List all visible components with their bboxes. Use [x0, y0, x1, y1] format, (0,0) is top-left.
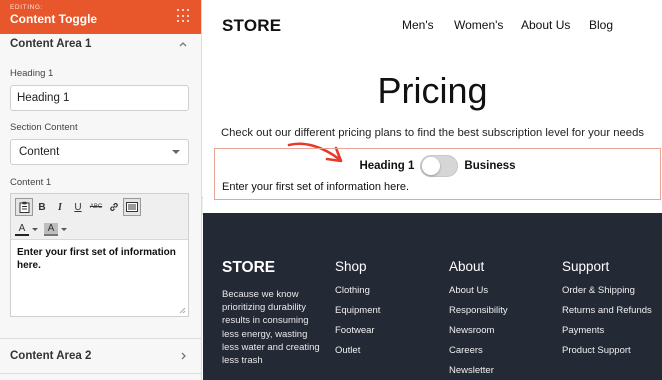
nav-link-blog[interactable]: Blog: [589, 18, 613, 32]
toggle-switch[interactable]: [420, 155, 459, 177]
chevron-right-icon: [181, 352, 186, 360]
editing-label: EDITING:: [10, 4, 43, 11]
underline-button[interactable]: U: [69, 198, 87, 216]
italic-button[interactable]: I: [51, 198, 69, 216]
content-area-2-label: Content Area 2: [10, 350, 92, 362]
footer-logo: STORE: [222, 259, 276, 276]
footer-link[interactable]: Payments: [562, 324, 658, 337]
nav-link-mens[interactable]: Men's: [402, 18, 454, 32]
footer-link[interactable]: Outlet: [335, 344, 380, 357]
toggle-left-label: Heading 1: [359, 160, 415, 172]
nav-link-womens[interactable]: Women's: [454, 18, 521, 32]
footer-link[interactable]: Footwear: [335, 324, 380, 337]
footer-link[interactable]: Order & Shipping: [562, 284, 658, 297]
footer-column-title: Shop: [335, 259, 367, 274]
site-footer: STORE Because we know prioritizing durab…: [203, 213, 662, 380]
heading-field-label: Heading 1: [10, 68, 54, 79]
strikethrough-button[interactable]: ABC: [87, 198, 105, 216]
content-area-1-header[interactable]: Content Area 1: [0, 34, 201, 54]
drag-handle-icon[interactable]: [177, 9, 191, 23]
page-subtitle: Check out our different pricing plans to…: [220, 127, 645, 139]
footer-column-title: Support: [562, 259, 610, 274]
caret-down-icon: [61, 227, 67, 231]
toggle-right-label: Business: [464, 160, 516, 172]
footer-column-support: Support Order & Shipping Returns and Ref…: [562, 259, 658, 364]
section-content-select[interactable]: Content: [10, 139, 189, 165]
footer-link[interactable]: About Us: [449, 284, 508, 297]
footer-link[interactable]: Responsibility: [449, 304, 508, 317]
content-area-1-label: Content Area 1: [10, 38, 92, 50]
toggle-content: Enter your first set of information here…: [222, 181, 410, 193]
site-header: STORE Men's Women's About Us Blog: [203, 0, 662, 52]
footer-blurb: Because we know prioritizing durability …: [222, 289, 320, 367]
footer-link[interactable]: Newsletter: [449, 364, 508, 377]
bold-button[interactable]: B: [33, 198, 51, 216]
footer-column-shop: Shop Clothing Equipment Footwear Outlet: [335, 259, 380, 364]
section-content-value: Content: [19, 146, 60, 158]
site-logo[interactable]: STORE: [222, 16, 281, 36]
page-title: Pricing: [377, 70, 488, 111]
footer-link[interactable]: Newsroom: [449, 324, 508, 337]
footer-column-about: About About Us Responsibility Newsroom C…: [449, 259, 508, 380]
footer-column-title: About: [449, 259, 485, 274]
rich-text-editor: B I U ABC A A Enter your first set of in…: [10, 193, 189, 317]
editor-panel: EDITING: Content Toggle Content Area 1 H…: [0, 0, 202, 380]
divider: [0, 373, 201, 374]
resize-handle-icon[interactable]: [179, 307, 186, 314]
footer-link[interactable]: Returns and Refunds: [562, 304, 658, 317]
footer-link[interactable]: Clothing: [335, 284, 380, 297]
page-preview: STORE Men's Women's About Us Blog Pricin…: [203, 0, 662, 380]
editor-content[interactable]: Enter your first set of information here…: [11, 240, 188, 278]
footer-link[interactable]: Product Support: [562, 344, 658, 357]
content-toggle-block[interactable]: Heading 1 Business Enter your first set …: [214, 148, 661, 200]
content-field-label: Content 1: [10, 177, 52, 188]
source-code-icon[interactable]: [123, 198, 141, 216]
content-area-2-header[interactable]: Content Area 2: [0, 339, 201, 373]
background-color-picker[interactable]: A: [44, 222, 67, 236]
site-nav: Men's Women's About Us Blog: [402, 18, 613, 32]
text-color-icon: A: [15, 223, 29, 236]
toggle-row: Heading 1 Business: [215, 155, 660, 177]
toggle-knob: [422, 157, 441, 175]
text-color-picker[interactable]: A: [15, 223, 38, 236]
editor-toolbar: B I U ABC A A: [11, 194, 188, 240]
panel-header: EDITING: Content Toggle: [0, 0, 201, 34]
section-content-label: Section Content: [10, 122, 78, 133]
chevron-down-icon: [172, 150, 180, 154]
nav-link-about-us[interactable]: About Us: [521, 18, 589, 32]
caret-down-icon: [32, 227, 38, 231]
chevron-up-icon: [179, 42, 187, 47]
paste-icon[interactable]: [15, 198, 33, 216]
link-icon[interactable]: [105, 198, 123, 216]
heading-input[interactable]: Heading 1: [10, 85, 189, 111]
footer-link[interactable]: Equipment: [335, 304, 380, 317]
background-color-icon: A: [44, 222, 58, 236]
block-title: Content Toggle: [10, 12, 98, 26]
footer-link[interactable]: Careers: [449, 344, 508, 357]
